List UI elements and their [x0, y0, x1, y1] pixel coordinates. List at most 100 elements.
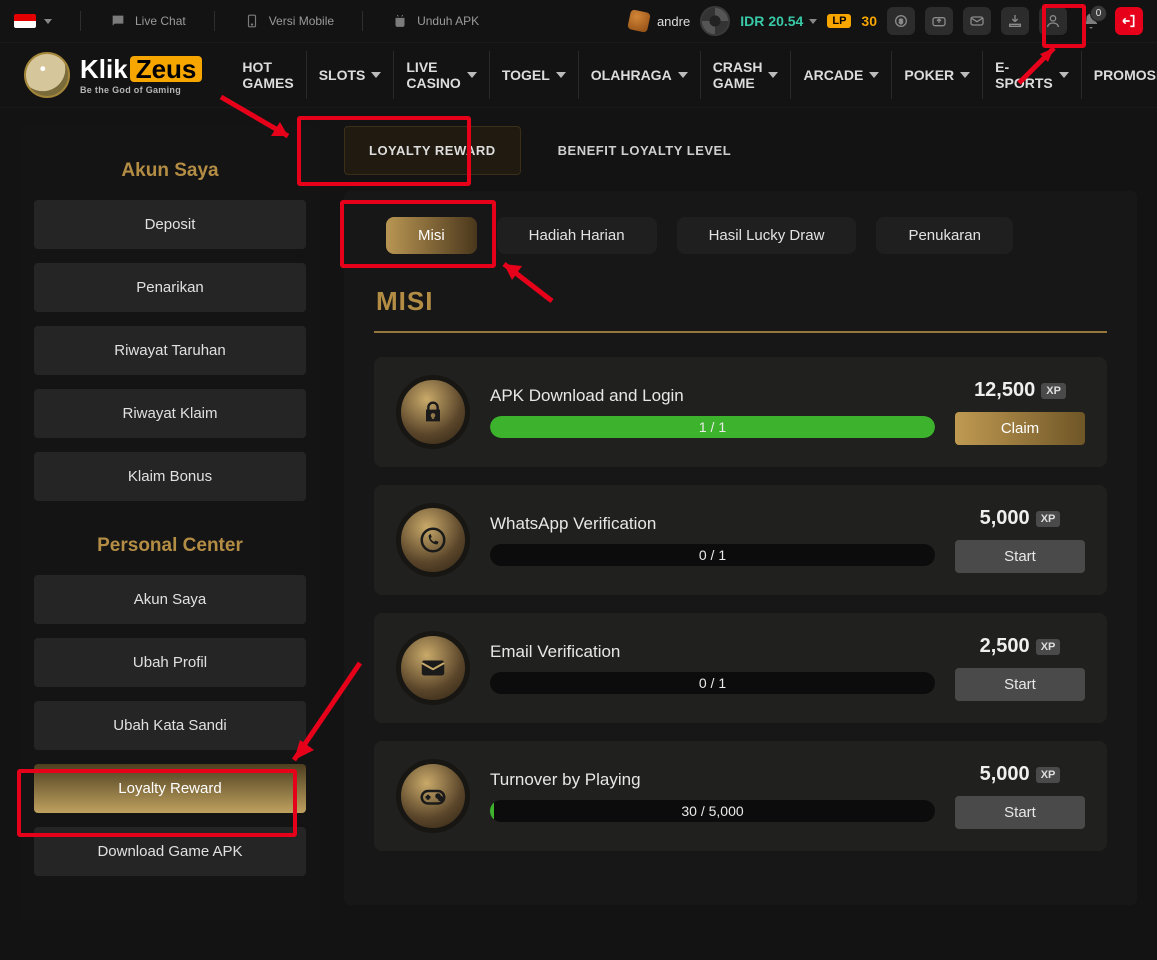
nav-link-e-sports[interactable]: E-SPORTS	[982, 51, 1081, 99]
brand-logo[interactable]: KlikZeus Be the God of Gaming	[24, 52, 202, 98]
sidebar-section2-title: Personal Center	[34, 535, 306, 557]
mission-title: WhatsApp Verification	[490, 514, 935, 534]
chevron-down-icon	[556, 72, 566, 78]
topbar: Live Chat Versi Mobile Unduh APK andre	[0, 0, 1157, 42]
sidebar-item-ubah-profil[interactable]: Ubah Profil	[34, 638, 306, 687]
sidebar-item-klaim-bonus[interactable]: Klaim Bonus	[34, 452, 306, 501]
balance-display[interactable]: IDR 20.54	[740, 13, 817, 29]
user-chip[interactable]: andre	[629, 11, 690, 31]
brand-tagline: Be the God of Gaming	[80, 86, 202, 95]
mission-start-button[interactable]: Start	[955, 540, 1085, 573]
mission-title: Email Verification	[490, 642, 935, 662]
logout-button[interactable]	[1115, 7, 1143, 35]
nav-link-label: E-SPORTS	[995, 59, 1053, 91]
xp-value: 2,500XP	[980, 635, 1061, 658]
nav-link-label: POKER	[904, 67, 954, 83]
coin-button[interactable]: $	[887, 7, 915, 35]
whatsapp-icon	[396, 503, 470, 577]
pill-hasil-lucky-draw[interactable]: Hasil Lucky Draw	[677, 217, 857, 254]
sidebar-item-download-game-apk[interactable]: Download Game APK	[34, 827, 306, 876]
notifications-button[interactable]: 0	[1077, 7, 1105, 35]
mission-start-button[interactable]: Start	[955, 668, 1085, 701]
content-tabs: LOYALTY REWARDBENEFIT LOYALTY LEVEL	[344, 126, 1137, 175]
sidebar-item-loyalty-reward[interactable]: Loyalty Reward	[34, 764, 306, 813]
sidebar-item-riwayat-klaim[interactable]: Riwayat Klaim	[34, 389, 306, 438]
progress-bar: 30 / 5,000	[490, 800, 935, 822]
progress-bar: 0 / 1	[490, 672, 935, 694]
notif-count-badge: 0	[1090, 5, 1107, 22]
mail-button[interactable]	[963, 7, 991, 35]
username-label: andre	[657, 14, 690, 29]
page: Live Chat Versi Mobile Unduh APK andre	[0, 0, 1157, 960]
nav-link-live-casino[interactable]: LIVE CASINO	[393, 51, 488, 99]
currency-label: IDR	[740, 13, 764, 29]
tab-benefit-loyalty-level[interactable]: BENEFIT LOYALTY LEVEL	[533, 126, 757, 175]
mission-start-button[interactable]: Start	[955, 796, 1085, 829]
live-chat-link[interactable]: Live Chat	[109, 12, 186, 30]
download-apk-link[interactable]: Unduh APK	[391, 12, 479, 30]
mobile-version-link[interactable]: Versi Mobile	[243, 12, 334, 30]
nav-link-hot-games[interactable]: HOT GAMES	[230, 51, 305, 99]
nav-link-arcade[interactable]: ARCADE	[790, 51, 891, 99]
sidebar-item-akun-saya[interactable]: Akun Saya	[34, 575, 306, 624]
chevron-down-icon	[1059, 72, 1069, 78]
mission-title: Turnover by Playing	[490, 770, 935, 790]
progress-bar: 1 / 1	[490, 416, 935, 438]
download-apk-label: Unduh APK	[417, 14, 479, 28]
xp-value: 12,500XP	[974, 379, 1066, 402]
pill-tabs: Misi Hadiah Harian Hasil Lucky Draw Penukar…	[386, 217, 1107, 254]
nav-link-promosi[interactable]: PROMOSI	[1081, 51, 1157, 99]
sidebar-item-penarikan[interactable]: Penarikan	[34, 263, 306, 312]
loyalty-panel: Misi Hadiah Harian Hasil Lucky Draw Penukar…	[344, 191, 1137, 905]
pill-hadiah-harian[interactable]: Hadiah Harian	[497, 217, 657, 254]
chevron-down-icon	[371, 72, 381, 78]
nav-link-crash-game[interactable]: CRASH GAME	[700, 51, 791, 99]
android-icon	[391, 12, 409, 30]
brand-name: KlikZeus	[80, 56, 202, 82]
sidebar: Akun Saya Deposit Penarikan Riwayat Taruha…	[20, 126, 320, 920]
sidebar-section1-title: Akun Saya	[34, 160, 306, 182]
mission-right: 2,500XP Start	[955, 635, 1085, 701]
logo-icon	[24, 52, 70, 98]
live-chat-label: Live Chat	[135, 14, 186, 28]
mission-right: 5,000XPStart	[955, 763, 1085, 829]
nav-link-label: ARCADE	[803, 67, 863, 83]
nav-link-slots[interactable]: SLOTS	[306, 51, 394, 99]
main-nav: KlikZeus Be the God of Gaming HOT GAMES S…	[0, 42, 1157, 108]
mail-icon	[396, 631, 470, 705]
nav-link-label: HOT GAMES	[242, 59, 293, 91]
nav-link-label: LIVE CASINO	[406, 59, 460, 91]
sidebar-item-deposit[interactable]: Deposit	[34, 200, 306, 249]
progress-bar: 0 / 1	[490, 544, 935, 566]
mission-claim-button[interactable]: Claim	[955, 412, 1085, 445]
wheel-icon[interactable]	[700, 6, 730, 36]
lp-amount: 30	[861, 13, 877, 29]
xp-badge: XP	[1036, 639, 1061, 655]
chevron-down-icon	[467, 72, 477, 78]
tab-loyalty-reward[interactable]: LOYALTY REWARD	[344, 126, 521, 175]
xp-badge: XP	[1036, 767, 1061, 783]
chevron-down-icon	[678, 72, 688, 78]
progress-fill	[490, 800, 494, 822]
flag-icon	[14, 14, 36, 28]
sidebar-item-riwayat-taruhan[interactable]: Riwayat Taruhan	[34, 326, 306, 375]
nav-link-olahraga[interactable]: OLAHRAGA	[578, 51, 700, 99]
nav-link-togel[interactable]: TOGEL	[489, 51, 578, 99]
withdraw-button[interactable]	[925, 7, 953, 35]
pill-misi[interactable]: Misi	[386, 217, 477, 254]
sidebar-item-ubah-kata-sandi[interactable]: Ubah Kata Sandi	[34, 701, 306, 750]
nav-link-poker[interactable]: POKER	[891, 51, 982, 99]
xp-value: 5,000XP	[980, 507, 1061, 530]
mission-row: APK Download and Login 1 / 1 12,500XP Claim	[374, 357, 1107, 467]
mission-title: APK Download and Login	[490, 386, 935, 406]
profile-button[interactable]	[1039, 7, 1067, 35]
chat-icon	[109, 12, 127, 30]
language-selector[interactable]	[14, 14, 52, 28]
pill-penukaran[interactable]: Penukaran	[876, 217, 1013, 254]
mission-body: Email Verification 0 / 1	[490, 642, 935, 694]
download-button[interactable]	[1001, 7, 1029, 35]
section-title: MISI	[376, 286, 1107, 317]
nav-links: HOT GAMES SLOTS LIVE CASINO TOGELOLAHRAGACR…	[230, 51, 1157, 99]
xp-badge: XP	[1036, 511, 1061, 527]
progress-text: 0 / 1	[699, 675, 726, 691]
